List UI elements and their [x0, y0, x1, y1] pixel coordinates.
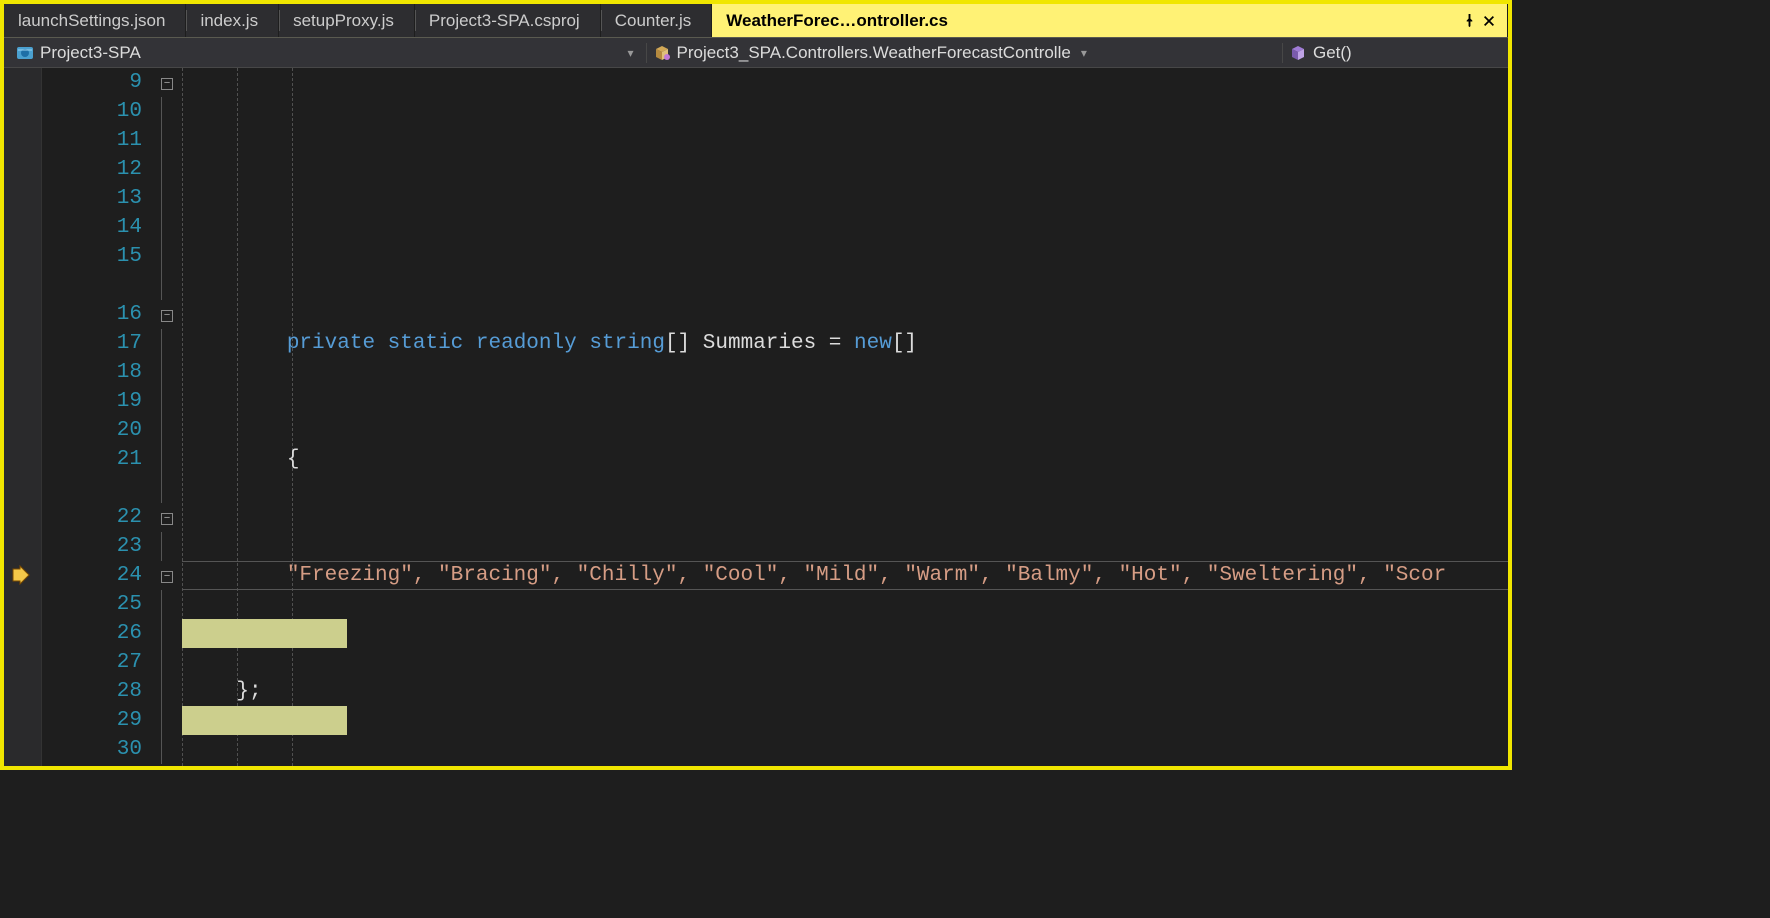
tab-bar: launchSettings.json index.js setupProxy.… — [4, 4, 1508, 38]
class-icon — [653, 44, 671, 62]
line-number-gutter[interactable]: 9 10 11 12 13 14 15 16 17 18 19 20 21 22… — [42, 68, 152, 766]
nav-project-dropdown[interactable]: Project3-SPA ▾ — [10, 43, 640, 63]
code-editor[interactable]: 9 10 11 12 13 14 15 16 17 18 19 20 21 22… — [4, 68, 1508, 766]
code-line[interactable]: private static readonly string[] Summari… — [182, 329, 1508, 358]
editor-navigation-bar: Project3-SPA ▾ Project3_SPA.Controllers.… — [4, 38, 1508, 68]
chevron-down-icon: ▾ — [1081, 46, 1087, 60]
code-area[interactable]: private static readonly string[] Summari… — [182, 68, 1508, 766]
fold-toggle-icon[interactable]: − — [161, 513, 173, 525]
current-statement-arrow-icon — [4, 561, 41, 590]
tab-launchsettings[interactable]: launchSettings.json — [4, 4, 186, 37]
glyph-margin[interactable] — [4, 68, 42, 766]
nav-member-dropdown[interactable]: Get() — [1282, 43, 1502, 63]
fold-toggle-icon[interactable]: − — [161, 78, 173, 90]
method-icon — [1289, 44, 1307, 62]
code-line[interactable]: }; — [182, 677, 1508, 706]
pin-icon[interactable] — [1459, 11, 1479, 31]
tab-csproj[interactable]: Project3-SPA.csproj — [415, 4, 601, 37]
chevron-down-icon: ▾ — [627, 46, 633, 60]
nav-class-dropdown[interactable]: Project3_SPA.Controllers.WeatherForecast… — [646, 43, 1277, 63]
code-line[interactable]: "Freezing", "Bracing", "Chilly", "Cool",… — [182, 561, 1508, 590]
tab-setupproxy[interactable]: setupProxy.js — [279, 4, 415, 37]
tab-counterjs[interactable]: Counter.js — [601, 4, 713, 37]
code-line[interactable]: { — [182, 445, 1508, 474]
tab-indexjs[interactable]: index.js — [186, 4, 279, 37]
fold-toggle-icon[interactable]: − — [161, 571, 173, 583]
fold-toggle-icon[interactable]: − — [161, 310, 173, 322]
tab-weathercontroller[interactable]: WeatherForec…ontroller.cs — [712, 4, 1508, 37]
nav-project-label: Project3-SPA — [40, 43, 141, 63]
csharp-project-icon — [16, 44, 34, 62]
close-icon[interactable] — [1479, 11, 1499, 31]
nav-class-label: Project3_SPA.Controllers.WeatherForecast… — [677, 43, 1071, 63]
outlining-margin[interactable]: − − − − — [152, 68, 182, 766]
nav-member-label: Get() — [1313, 43, 1352, 63]
